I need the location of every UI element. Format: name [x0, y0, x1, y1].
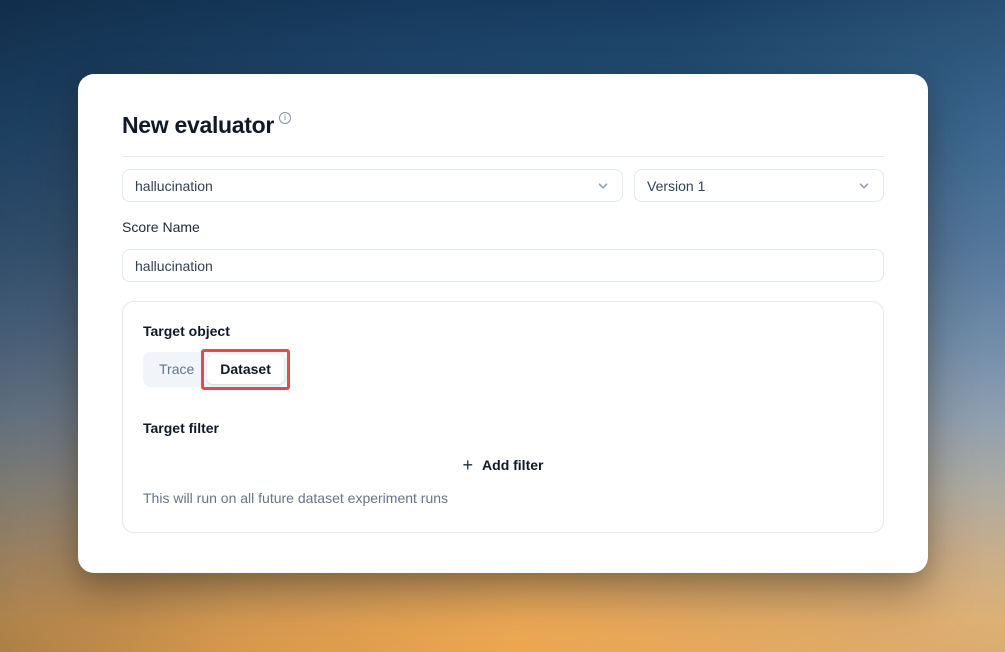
- evaluator-version-select[interactable]: Version 1: [634, 169, 884, 202]
- score-name-label: Score Name: [122, 219, 884, 236]
- add-filter-row: + Add filter: [143, 453, 863, 477]
- target-hint-text: This will run on all future dataset expe…: [143, 490, 863, 507]
- info-icon[interactable]: i: [279, 112, 291, 124]
- target-section: Target object Trace Dataset Target filte…: [122, 301, 884, 533]
- target-object-label: Target object: [143, 323, 863, 340]
- toggle-option-trace[interactable]: Trace: [146, 355, 207, 384]
- toggle-option-dataset-label: Dataset: [220, 361, 271, 377]
- evaluator-template-value: hallucination: [135, 178, 213, 194]
- header-divider: [122, 156, 884, 157]
- new-evaluator-dialog: New evaluator i hallucination Version 1 …: [78, 74, 928, 573]
- evaluator-template-select[interactable]: hallucination: [122, 169, 623, 202]
- add-filter-button[interactable]: + Add filter: [463, 453, 544, 477]
- chevron-down-icon: [857, 179, 871, 193]
- toggle-option-dataset[interactable]: Dataset: [207, 355, 284, 384]
- evaluator-version-value: Version 1: [647, 178, 705, 194]
- target-filter-label: Target filter: [143, 420, 863, 437]
- score-name-input[interactable]: [122, 249, 884, 282]
- page-title: New evaluator: [122, 111, 274, 139]
- target-object-toggle: Trace Dataset: [143, 352, 287, 387]
- evaluator-selects-row: hallucination Version 1: [122, 169, 884, 202]
- chevron-down-icon: [596, 179, 610, 193]
- add-filter-label: Add filter: [482, 453, 543, 477]
- desktop-background: New evaluator i hallucination Version 1 …: [0, 0, 1005, 652]
- plus-icon: +: [463, 455, 474, 475]
- dialog-header: New evaluator i: [122, 111, 884, 139]
